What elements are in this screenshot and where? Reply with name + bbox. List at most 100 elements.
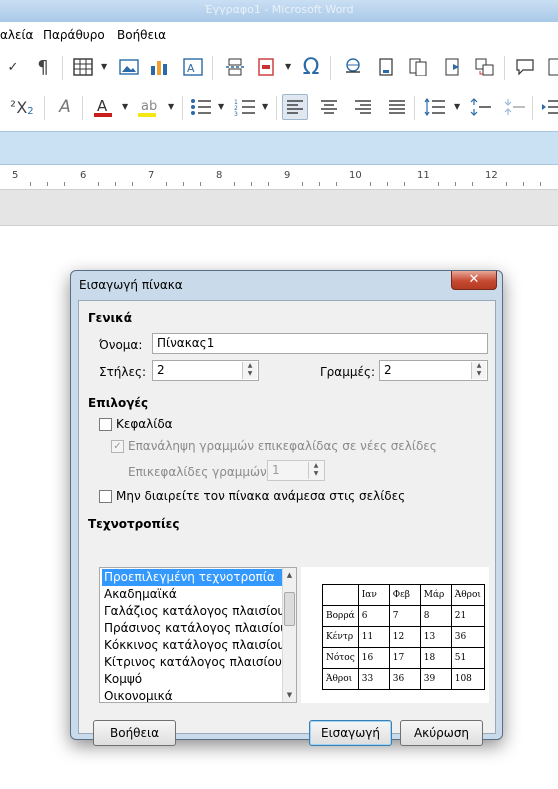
spin-arrows[interactable]: ▲ ▼ [471, 362, 486, 379]
numbered-list-icon[interactable]: 123 [232, 94, 258, 120]
list-item[interactable]: Ακαδημαϊκά [102, 586, 284, 603]
rows-label: Γραμμές: [320, 365, 376, 379]
hyperlink-icon[interactable] [340, 54, 366, 80]
chevron-down-icon[interactable]: ▼ [101, 62, 107, 71]
insert-field-icon[interactable] [254, 54, 280, 80]
toolbar-band [0, 131, 558, 165]
close-button[interactable]: ✕ [451, 271, 497, 290]
chevron-up-icon[interactable]: ▲ [283, 568, 296, 582]
increase-paragraph-spacing-icon[interactable] [468, 94, 494, 120]
comment-icon[interactable] [512, 54, 538, 80]
align-center-icon[interactable] [316, 94, 342, 120]
heading-rows-spinner[interactable]: 1 ▲ ▼ [267, 460, 325, 481]
clear-formatting-icon[interactable]: A [52, 94, 78, 120]
list-item[interactable]: Προεπιλεγμένη τεχνοτροπία [102, 569, 284, 586]
insert-chart-icon[interactable] [146, 54, 172, 80]
styles-heading: Τεχνοτροπίες [88, 517, 180, 531]
chevron-up-icon[interactable]: ▲ [309, 462, 323, 470]
table-row: Κέντρ 11 12 13 36 [322, 626, 485, 648]
heading-rows-label: Επικεφαλίδες γραμμών: [128, 465, 271, 479]
track-changes-icon[interactable] [542, 54, 558, 80]
cancel-button[interactable]: Ακύρωση [400, 720, 483, 746]
chevron-down-icon[interactable]: ▼ [285, 62, 291, 71]
menu-tools[interactable]: αλεία [0, 28, 33, 42]
chevron-down-icon[interactable]: ▼ [309, 470, 323, 478]
ruler-tick [523, 182, 524, 186]
special-character-icon[interactable]: Ω [298, 54, 324, 80]
document-margin-band [0, 190, 558, 226]
columns-spinner[interactable]: 2 ▲ ▼ [152, 360, 259, 381]
ruler-number: 6 [80, 170, 87, 181]
spin-arrows[interactable]: ▲ ▼ [308, 462, 323, 479]
increase-indent-icon[interactable] [538, 94, 558, 120]
ruler-tick [438, 182, 439, 186]
rows-spinner[interactable]: 2 ▲ ▼ [379, 360, 488, 381]
bullet-list-icon[interactable] [188, 94, 214, 120]
preview-cell: 39 [419, 668, 452, 690]
justify-icon[interactable] [384, 94, 410, 120]
help-button[interactable]: Βοήθεια [93, 720, 176, 746]
cross-reference-icon[interactable] [472, 54, 498, 80]
chevron-down-icon[interactable]: ▼ [454, 102, 460, 111]
ruler-tick [336, 182, 337, 186]
chevron-down-icon[interactable]: ▼ [262, 102, 268, 111]
list-item[interactable]: Γαλάζιος κατάλογος πλαισίου [102, 603, 285, 620]
list-item[interactable]: Οικονομικά [102, 688, 284, 702]
line-spacing-icon[interactable] [422, 94, 448, 120]
chevron-down-icon[interactable]: ▼ [122, 102, 128, 111]
styles-listbox[interactable]: Προεπιλεγμένη τεχνοτροπία Ακαδημαϊκά Γαλ… [99, 567, 297, 703]
toolbar-separator [182, 96, 183, 120]
ruler-tick [115, 182, 116, 186]
chevron-down-icon[interactable]: ▼ [283, 688, 296, 702]
list-item[interactable]: Κίτρινος κατάλογος πλαισίου [102, 654, 284, 671]
chevron-down-icon[interactable]: ▼ [168, 102, 174, 111]
insert-table-icon[interactable] [70, 54, 96, 80]
ruler-number: 12 [485, 170, 498, 181]
spellcheck-icon[interactable]: ✓ [0, 54, 26, 80]
list-item[interactable]: Πράσινος κατάλογος πλαισίου [102, 620, 287, 637]
columns-value: 2 [157, 363, 165, 377]
header-label[interactable]: Κεφαλίδα [116, 417, 173, 431]
preview-cell: 33 [357, 668, 390, 690]
insert-button[interactable]: Εισαγωγή [309, 720, 392, 746]
menu-window[interactable]: Παράθυρο [43, 28, 105, 42]
repeat-heading-label: Επανάληψη γραμμών επικεφαλίδας σε νέες σ… [128, 439, 437, 453]
decrease-paragraph-spacing-icon[interactable] [502, 94, 528, 120]
toolbar-separator [532, 96, 533, 120]
font-color-icon[interactable]: A [90, 94, 116, 120]
chevron-down-icon[interactable]: ▼ [218, 102, 224, 111]
subscript-icon[interactable]: X2 [12, 94, 38, 120]
general-heading: Γενικά [88, 311, 132, 325]
chevron-up-icon[interactable]: ▲ [243, 362, 257, 370]
list-item[interactable]: Κόκκινος κατάλογος πλαισίου [102, 637, 284, 654]
insert-image-icon[interactable] [116, 54, 142, 80]
header-checkbox[interactable] [99, 418, 112, 431]
scrollbar-thumb[interactable] [284, 592, 295, 626]
preview-cell: 11 [357, 626, 390, 648]
menu-help[interactable]: Βοήθεια [117, 28, 166, 42]
footnote-icon[interactable] [374, 54, 400, 80]
toolbar-separator [82, 96, 83, 120]
styles-scrollbar[interactable]: ▲ ▼ [282, 568, 296, 702]
chevron-up-icon[interactable]: ▲ [472, 362, 486, 370]
text-box-icon[interactable]: A [180, 54, 206, 80]
table-row: Άθροι 33 36 39 108 [322, 668, 485, 690]
dont-split-checkbox[interactable] [99, 490, 112, 503]
chevron-down-icon[interactable]: ▼ [472, 370, 486, 378]
ruler-tick [200, 182, 201, 186]
bookmark-icon[interactable] [440, 54, 466, 80]
highlight-color-icon[interactable]: ab [134, 94, 160, 120]
preview-table: Ιαν Φεβ Μάρ Άθροι Βορρά 6 7 8 21 Κέντρ 1… [322, 584, 485, 690]
endnote-icon[interactable] [406, 54, 432, 80]
formatting-marks-icon[interactable]: ¶ [30, 54, 56, 80]
window-title: Έγγραφο1 - Microsoft Word [204, 3, 354, 16]
spin-arrows[interactable]: ▲ ▼ [242, 362, 257, 379]
repeat-heading-checkbox[interactable]: ✓ [111, 440, 124, 453]
page-break-icon[interactable] [222, 54, 248, 80]
chevron-down-icon[interactable]: ▼ [243, 370, 257, 378]
align-left-icon[interactable] [282, 94, 308, 120]
align-right-icon[interactable] [350, 94, 376, 120]
list-item[interactable]: Κομψό [102, 671, 284, 688]
name-input[interactable]: Πίνακας1 [152, 333, 488, 354]
dont-split-label[interactable]: Μην διαιρείτε τον πίνακα ανάμεσα στις σε… [116, 489, 405, 503]
